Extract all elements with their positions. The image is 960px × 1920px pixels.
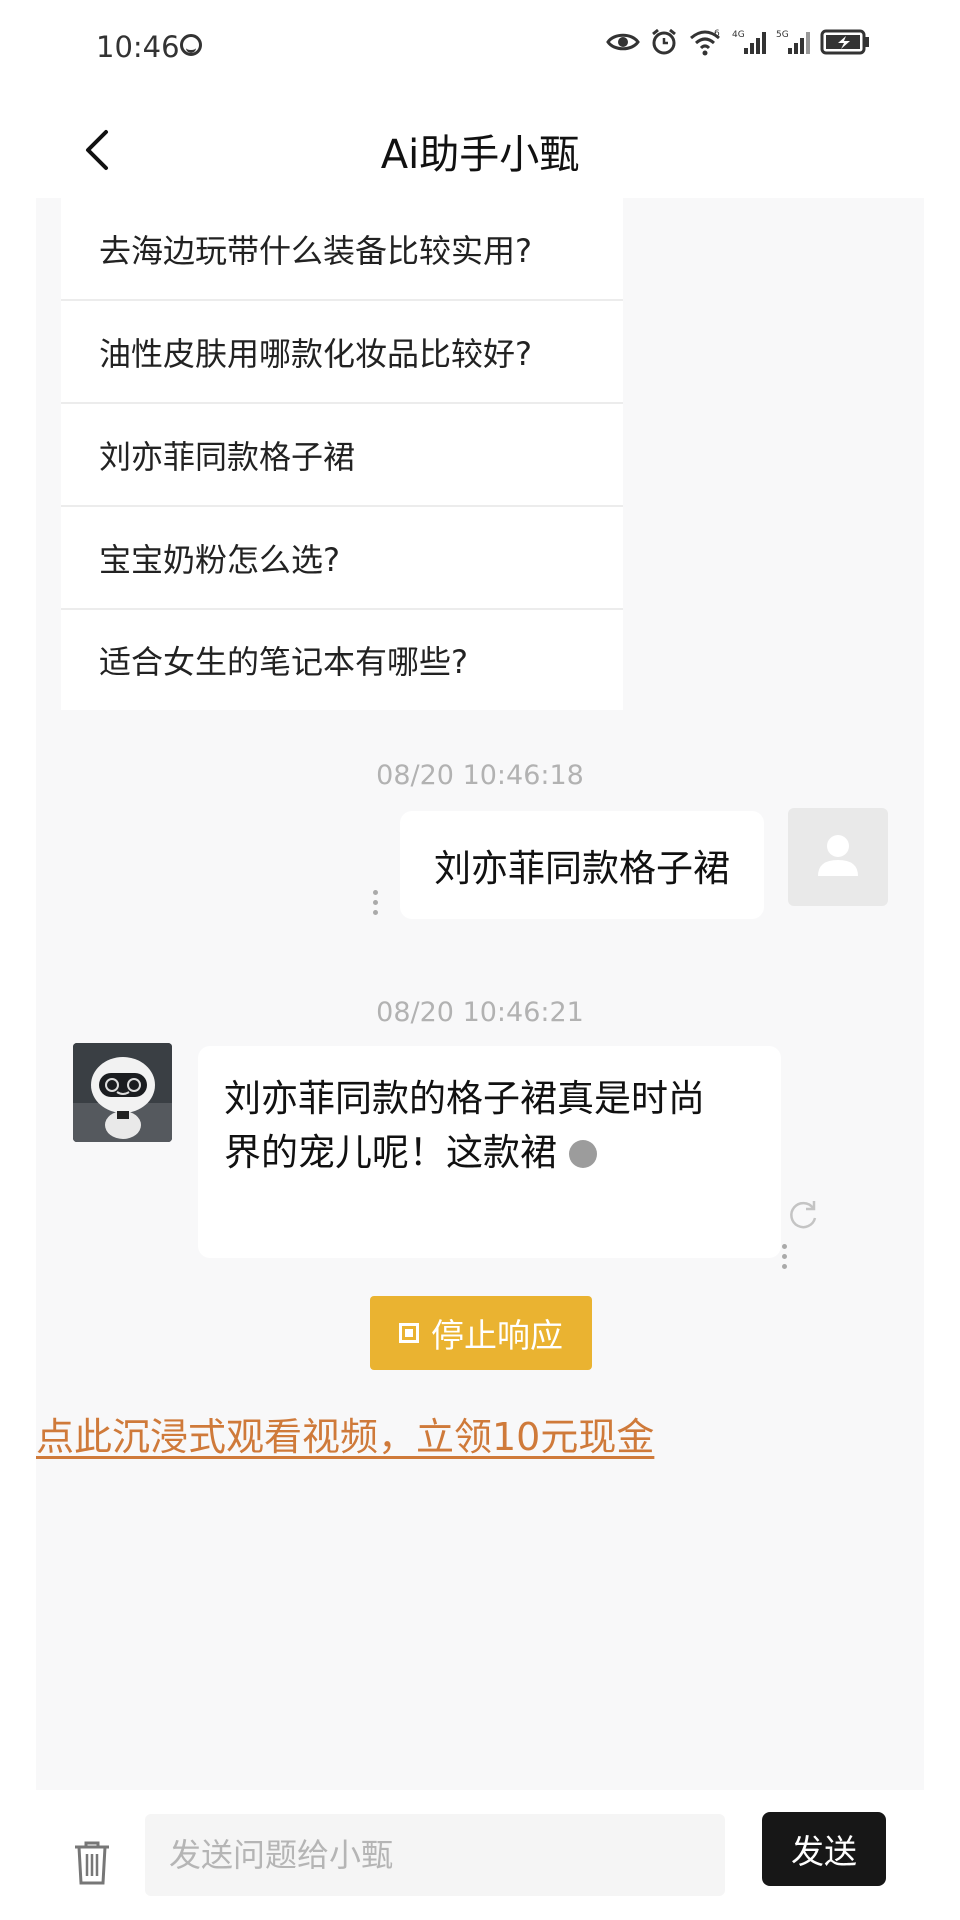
message-timestamp: 08/20 10:46:21 <box>376 997 584 1028</box>
suggestion-list: 去海边玩带什么装备比较实用? 油性皮肤用哪款化妆品比较好? 刘亦菲同款格子裙 宝… <box>61 198 623 710</box>
wifi-badge: 6 <box>714 29 720 39</box>
bot-message-bubble[interactable]: 刘亦菲同款的格子裙真是时尚 界的宠儿呢！这款裙 <box>198 1046 781 1258</box>
status-icons: 6 4G 5G <box>606 28 870 56</box>
send-button[interactable]: 发送 <box>762 1812 886 1886</box>
signal-4g-icon: 4G <box>732 30 766 54</box>
wifi-icon: 6 <box>690 29 720 56</box>
signal-5g-icon: 5G <box>776 30 810 54</box>
suggestion-item[interactable]: 去海边玩带什么装备比较实用? <box>61 198 623 301</box>
alarm-icon <box>652 28 676 55</box>
promo-link[interactable]: 点此沉浸式观看视频，立领10元现金 <box>36 1406 654 1461</box>
user-avatar[interactable] <box>788 808 888 906</box>
face-icon <box>180 34 202 56</box>
header: Ai助手小甄 <box>0 100 960 200</box>
stop-response-button[interactable]: 停止响应 <box>370 1296 592 1370</box>
status-time: 10:46 <box>96 30 180 64</box>
bot-message-line-2: 界的宠儿呢！这款裙 <box>224 1126 755 1180</box>
suggestion-item[interactable]: 油性皮肤用哪款化妆品比较好? <box>61 301 623 404</box>
more-options-icon[interactable] <box>370 890 380 920</box>
bot-message-text: 界的宠儿呢！这款裙 <box>224 1131 557 1174</box>
user-icon <box>818 835 858 876</box>
user-message-text: 刘亦菲同款格子裙 <box>434 847 730 890</box>
stop-icon <box>399 1323 419 1343</box>
signal-4g-label: 4G <box>732 30 745 40</box>
eye-icon <box>606 33 640 51</box>
suggestion-item[interactable]: 刘亦菲同款格子裙 <box>61 404 623 507</box>
typing-indicator <box>569 1140 597 1168</box>
trash-icon[interactable] <box>72 1840 112 1886</box>
refresh-icon[interactable] <box>786 1198 820 1232</box>
status-bar: 10:46 6 4G 5G <box>0 0 960 100</box>
page-title: Ai助手小甄 <box>380 132 580 178</box>
stop-response-label: 停止响应 <box>431 1316 563 1355</box>
more-options-icon[interactable] <box>779 1244 789 1274</box>
suggestion-item[interactable]: 适合女生的笔记本有哪些? <box>61 610 623 710</box>
message-input[interactable] <box>145 1814 725 1896</box>
bot-avatar[interactable] <box>73 1043 172 1142</box>
input-bar: 发送 <box>0 1790 960 1920</box>
message-timestamp: 08/20 10:46:18 <box>376 760 584 791</box>
suggestion-item[interactable]: 宝宝奶粉怎么选? <box>61 507 623 610</box>
chat-area[interactable]: 去海边玩带什么装备比较实用? 油性皮肤用哪款化妆品比较好? 刘亦菲同款格子裙 宝… <box>36 198 924 1790</box>
bot-message-line: 刘亦菲同款的格子裙真是时尚 <box>224 1077 705 1120</box>
user-message-bubble[interactable]: 刘亦菲同款格子裙 <box>400 811 764 919</box>
battery-icon <box>820 29 869 55</box>
signal-5g-label: 5G <box>776 30 789 40</box>
robot-icon <box>73 1043 172 1142</box>
